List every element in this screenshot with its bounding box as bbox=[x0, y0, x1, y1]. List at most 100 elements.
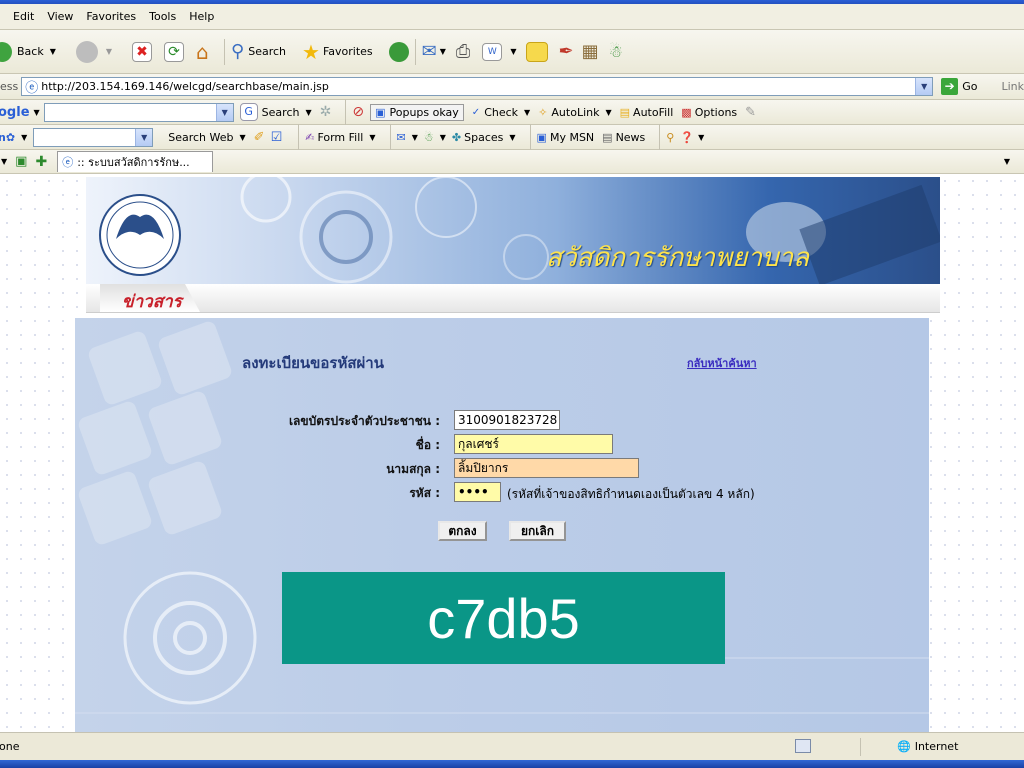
my-msn-icon: ▣ bbox=[536, 130, 547, 144]
google-search-input[interactable]: ▼ bbox=[43, 102, 234, 122]
menu-tools[interactable]: Tools bbox=[149, 10, 176, 23]
mail-icon[interactable]: ✉ bbox=[422, 41, 437, 62]
forward-button[interactable]: ▼ bbox=[75, 40, 113, 63]
chevron-down-icon: ▼ bbox=[105, 47, 113, 56]
tab-title: :: ระบบสวัสดิการรักษ... bbox=[77, 156, 190, 169]
block-icon[interactable]: ⊘ bbox=[352, 104, 364, 120]
home-icon[interactable]: ⌂ bbox=[196, 42, 218, 62]
globe-icon: 🌐 bbox=[897, 740, 911, 753]
pencil-icon[interactable]: ✎ bbox=[745, 105, 756, 120]
name-input[interactable]: กุลเศชร์ bbox=[454, 434, 613, 454]
chevron-down-icon[interactable]: ▼ bbox=[1, 157, 7, 166]
menu-view[interactable]: View bbox=[47, 10, 73, 23]
chevron-down-icon: ▼ bbox=[698, 132, 705, 142]
search-label: Search bbox=[248, 45, 287, 58]
msn-search-input[interactable]: ▼ bbox=[33, 127, 154, 147]
menu-favorites[interactable]: Favorites bbox=[86, 10, 136, 23]
popups-label: Popups okay bbox=[389, 105, 459, 119]
stop-icon[interactable]: ✖ bbox=[132, 41, 153, 62]
refresh-icon[interactable]: ⟳ bbox=[164, 41, 185, 62]
options-label: Options bbox=[694, 105, 738, 119]
autofill-button[interactable]: ▤ AutoFill bbox=[620, 106, 674, 119]
toolbar-separator bbox=[298, 124, 300, 150]
tab-current[interactable]: ⓔ :: ระบบสวัสดิการรักษ... bbox=[57, 151, 214, 172]
my-msn-label: My MSN bbox=[549, 130, 595, 144]
add-favorite-icon[interactable]: ✚ bbox=[35, 154, 47, 170]
favorites-label: Favorites bbox=[322, 45, 373, 58]
print-icon[interactable]: ⎙ bbox=[456, 41, 470, 62]
banner-graphic bbox=[99, 177, 940, 284]
spaces-icon: ✤ bbox=[451, 130, 462, 144]
menu-bar: Edit View Favorites Tools Help bbox=[0, 4, 1024, 30]
google-search-label: Search bbox=[261, 105, 300, 119]
messenger-pen-icon[interactable]: ✒ bbox=[558, 41, 573, 62]
edit-icon[interactable]: W bbox=[482, 42, 503, 61]
history-icon[interactable] bbox=[388, 41, 409, 62]
messenger-icon[interactable]: ☃ bbox=[609, 42, 623, 61]
msn-search-icon[interactable]: ⚲ bbox=[666, 131, 674, 144]
msn-butterfly-icon[interactable]: n✿ bbox=[0, 131, 15, 144]
links-label[interactable]: Link bbox=[1001, 80, 1024, 93]
status-panel-icon bbox=[795, 739, 811, 753]
note-icon[interactable]: ☑ bbox=[271, 130, 283, 145]
chevron-down-icon[interactable]: ▼ bbox=[135, 128, 153, 146]
go-button[interactable]: ➔ Go bbox=[941, 78, 977, 95]
id-input[interactable]: 3100901823728 bbox=[454, 410, 560, 430]
my-msn-button[interactable]: ▣ My MSN bbox=[537, 131, 595, 144]
news-label[interactable]: ข่าวสาร bbox=[122, 288, 182, 315]
highlighter-icon[interactable]: ✐ bbox=[254, 130, 265, 145]
pin-label: รหัส : bbox=[409, 486, 440, 500]
zone-label: Internet bbox=[914, 740, 959, 753]
discuss-icon[interactable] bbox=[526, 41, 549, 62]
spellcheck-button[interactable]: ✓ Check ▼ bbox=[472, 106, 530, 119]
menu-edit[interactable]: Edit bbox=[13, 10, 34, 23]
surname-input[interactable]: ลิ้มปิยากร bbox=[454, 458, 639, 478]
form-title: ลงทะเบียนขอรหัสผ่าน bbox=[242, 354, 384, 372]
google-logo[interactable]: ogle bbox=[0, 105, 30, 120]
back-button[interactable]: Back ▼ bbox=[0, 41, 56, 62]
quick-tabs-icon[interactable]: ▣ bbox=[15, 154, 27, 169]
site-banner: สวัสดิการรักษาพยาบาล bbox=[86, 177, 940, 284]
chevron-down-icon: ▼ bbox=[21, 132, 28, 142]
pagerank-icon[interactable]: ✲ bbox=[320, 104, 332, 120]
id-label: เลขบัตรประจำตัวประชาชน : bbox=[288, 414, 440, 428]
spaces-button[interactable]: ✤ Spaces ▼ bbox=[452, 131, 516, 144]
news-button[interactable]: ▤ News bbox=[602, 131, 645, 144]
hotmail-icon[interactable]: ✉ bbox=[397, 131, 406, 144]
captcha-overlay: c7db5 bbox=[282, 572, 725, 664]
chevron-down-icon: ▼ bbox=[605, 107, 612, 117]
research-icon[interactable]: ▦ bbox=[582, 41, 599, 62]
toolbar-separator bbox=[389, 124, 391, 150]
address-field[interactable]: ⓔ http://203.154.169.146/welcgd/searchba… bbox=[21, 77, 934, 96]
status-text: one bbox=[0, 740, 20, 753]
search-web-button[interactable]: Search Web ▼ bbox=[168, 131, 245, 144]
autofill-icon: ▤ bbox=[619, 105, 631, 119]
help-icon[interactable]: ❓ bbox=[680, 131, 694, 144]
search-button[interactable]: ⚲ Search bbox=[231, 41, 286, 62]
options-button[interactable]: ▩ Options bbox=[681, 106, 737, 119]
form-fill-button[interactable]: ✍ Form Fill ▼ bbox=[305, 131, 375, 144]
cancel-button[interactable]: ยกเลิก bbox=[509, 521, 566, 541]
id-value: 3100901823728 bbox=[458, 413, 558, 427]
messenger-buddy-icon[interactable]: ☃ bbox=[424, 131, 434, 144]
toolbar-separator bbox=[659, 124, 661, 150]
newspaper-icon: ▤ bbox=[602, 130, 613, 144]
google-search-button[interactable]: G Search ▼ bbox=[239, 103, 312, 121]
menu-help[interactable]: Help bbox=[189, 10, 214, 23]
pin-input[interactable]: •••• bbox=[454, 482, 501, 502]
chevron-down-icon[interactable]: ▼ bbox=[915, 78, 933, 95]
pin-value: •••• bbox=[458, 485, 489, 499]
status-bar: one 🌐 Internet bbox=[0, 732, 1024, 760]
favorites-button[interactable]: ★ Favorites bbox=[302, 40, 373, 64]
chevron-down-icon: ▼ bbox=[524, 107, 531, 117]
go-arrow-icon: ➔ bbox=[941, 78, 959, 95]
wand-icon: ✧ bbox=[538, 105, 548, 119]
registration-panel: ลงทะเบียนขอรหัสผ่าน กลับหน้าค้นหา เลขบัต… bbox=[75, 318, 929, 732]
security-zone: 🌐 Internet bbox=[897, 740, 958, 753]
autolink-button[interactable]: ✧ AutoLink ▼ bbox=[538, 106, 611, 119]
back-to-search-link[interactable]: กลับหน้าค้นหา bbox=[687, 354, 757, 372]
popups-okay-button[interactable]: ▣ Popups okay bbox=[370, 103, 464, 121]
ok-button[interactable]: ตกลง bbox=[438, 521, 487, 541]
chevron-down-icon[interactable]: ▼ bbox=[1004, 157, 1010, 166]
chevron-down-icon[interactable]: ▼ bbox=[215, 103, 233, 121]
